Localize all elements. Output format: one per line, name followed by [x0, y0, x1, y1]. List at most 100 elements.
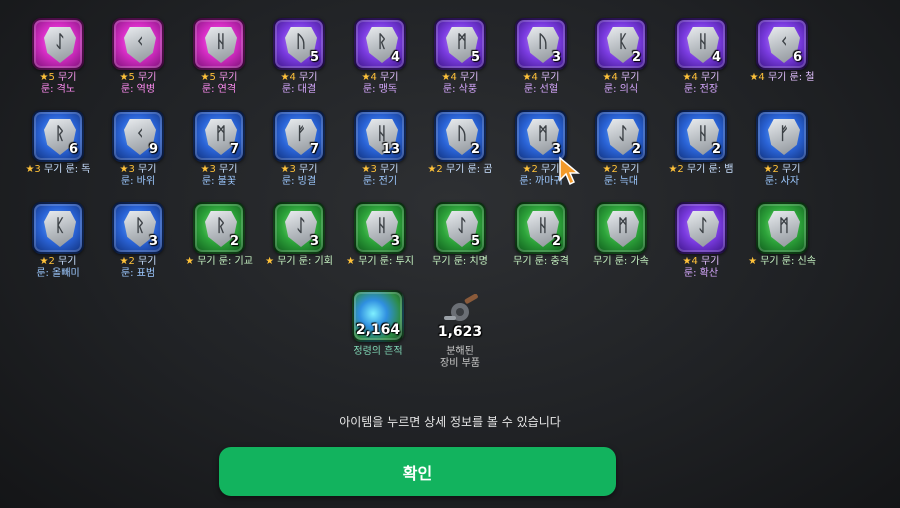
rune-item[interactable]: ᛇ 2 ★2 무기 룬: 늑대 — [583, 110, 659, 188]
rune-label-line2: 룬: 격노 — [40, 84, 76, 95]
rune-label-line2: 룬: 사자 — [764, 176, 800, 187]
rune-count: 5 — [470, 50, 480, 65]
confirm-button[interactable]: 확인 — [219, 447, 616, 496]
rune-label-line2: 룬: 빙결 — [281, 176, 317, 187]
rune-item[interactable]: ᛇ ★5 무기 룬: 격노 — [20, 18, 96, 96]
rune-item[interactable]: ᚠ ★2 무기 룬: 사자 — [744, 110, 820, 188]
rune-label: 무기 룬: 충격 — [503, 256, 579, 268]
rune-item[interactable]: ᚢ 5 ★4 무기 룬: 대결 — [261, 18, 337, 96]
rune-label: ★4 무기 룬: 전장 — [663, 72, 739, 96]
rune-label-line1: ★4 무기 — [361, 72, 399, 83]
star-icon: ★4 — [682, 72, 698, 83]
equipment-parts-icon: 1,623 — [434, 290, 486, 342]
rune-item[interactable]: ᚺ 2 무기 룬: 충격 — [503, 202, 579, 268]
rune-label-line2: 룬: 바위 — [120, 176, 156, 187]
rune-item[interactable]: ᚺ 3 ★ 무기 룬: 투지 — [342, 202, 418, 268]
rune-item[interactable]: ᛇ 5 무기 룬: 치명 — [422, 202, 498, 268]
rune-count: 3 — [148, 234, 158, 249]
rune-stone-icon: ᛇ2 — [595, 110, 647, 162]
rune-count: 4 — [390, 50, 400, 65]
rune-item[interactable]: ᛗ ★ 무기 룬: 신속 — [744, 202, 820, 268]
rune-item[interactable]: ᛕ 2 ★4 무기 룬: 의식 — [583, 18, 659, 96]
star-icon: ★3 — [280, 164, 296, 175]
rune-item[interactable]: ᚲ 6 ★4 무기 룬: 철 — [744, 18, 820, 84]
rune-item[interactable]: ᛕ ★2 무기 룬: 올빼미 — [20, 202, 96, 280]
rune-item[interactable]: ᛗ 7 ★3 무기 룬: 불꽃 — [181, 110, 257, 188]
rune-label-line2: 룬: 삭풍 — [442, 84, 478, 95]
rune-item[interactable]: ᚱ 3 ★2 무기 룬: 표범 — [100, 202, 176, 280]
rune-count: 2 — [229, 234, 239, 249]
rune-stone-icon: ᚱ4 — [354, 18, 406, 70]
rune-item[interactable]: ᛇ 3 ★ 무기 룬: 기회 — [261, 202, 337, 268]
star-icon: ★ — [265, 256, 275, 267]
rune-item[interactable]: ᚲ 9 ★3 무기 룬: 바위 — [100, 110, 176, 188]
rune-item[interactable]: ᚺ 2 ★2 무기 룬: 뱀 — [663, 110, 739, 176]
rune-stone-icon: ᛗ5 — [434, 18, 486, 70]
parts-item[interactable]: 1,623 분해된 장비 부품 — [420, 290, 500, 370]
rune-count: 6 — [792, 50, 802, 65]
rune-label-line1: ★2 무기 룬: 뱀 — [668, 164, 734, 175]
rune-stone-icon: ᚢ2 — [434, 110, 486, 162]
rune-stone-icon: ᚺ 13 — [354, 110, 406, 162]
rune-label-line1: ★4 무기 — [602, 72, 640, 83]
star-icon: ★5 — [119, 72, 135, 83]
rune-label: ★2 무기 룬: 곰 — [422, 164, 498, 176]
rune-label-line2: 룬: 불꽃 — [201, 176, 237, 187]
rune-stone-icon: ᚲ — [112, 18, 164, 70]
rune-label: 무기 룬: 치명 — [422, 256, 498, 268]
rune-stone-icon: ᚲ9 — [112, 110, 164, 162]
rune-item[interactable]: ᚱ 4 ★4 무기 룬: 맹독 — [342, 18, 418, 96]
rune-item[interactable]: ᚺ 4 ★4 무기 룬: 전장 — [663, 18, 739, 96]
rune-stone-icon: ᚢ5 — [273, 18, 325, 70]
rune-label: ★2 무기 룬: 사자 — [744, 164, 820, 188]
rune-label: ★4 무기 룬: 맹독 — [342, 72, 418, 96]
rune-stone-icon: ᛇ3 — [273, 202, 325, 254]
rune-item[interactable]: ᚢ 3 ★4 무기 룬: 선혈 — [503, 18, 579, 96]
rune-stone-icon: ᛕ2 — [595, 18, 647, 70]
rune-item[interactable]: ᛇ ★4 무기 룬: 확산 — [663, 202, 739, 280]
rune-item[interactable]: ᛗ 무기 룬: 가속 — [583, 202, 659, 268]
rune-label: ★ 무기 룬: 기회 — [261, 256, 337, 268]
rune-item[interactable]: ᚱ 2 ★ 무기 룬: 기교 — [181, 202, 257, 268]
rune-item[interactable]: ᚠ 7 ★3 무기 룬: 빙결 — [261, 110, 337, 188]
rune-glyph: ᛕ — [54, 216, 66, 236]
hint-text: 아이템을 누르면 상세 정보를 볼 수 있습니다 — [339, 415, 561, 429]
rune-stone-icon: ᚱ2 — [193, 202, 245, 254]
rune-item[interactable]: ᚲ ★5 무기 룬: 역병 — [100, 18, 176, 96]
rune-label-line2: 룬: 의식 — [603, 84, 639, 95]
rune-label-line2: 룬: 선혈 — [523, 84, 559, 95]
rune-label-line1: ★3 무기 — [200, 164, 238, 175]
star-icon: ★5 — [200, 72, 216, 83]
rune-count: 7 — [229, 142, 239, 157]
rune-stone-icon: ᛇ — [675, 202, 727, 254]
rune-label: ★2 무기 룬: 표범 — [100, 256, 176, 280]
star-icon: ★4 — [280, 72, 296, 83]
rune-label: ★ 무기 룬: 기교 — [181, 256, 257, 268]
rune-label-line1: ★4 무기 — [682, 72, 720, 83]
rune-count: 2 — [631, 50, 641, 65]
rune-label-line1: ★2 무기 — [39, 256, 77, 267]
rune-label-line2: 룬: 전장 — [683, 84, 719, 95]
rune-label-line1: ★4 무기 — [280, 72, 318, 83]
essence-label: 정령의 흔적 — [353, 346, 403, 357]
parts-label-line1: 분해된 — [446, 346, 474, 357]
rune-count: 13 — [381, 142, 400, 157]
rune-item[interactable]: ᛗ 5 ★4 무기 룬: 삭풍 — [422, 18, 498, 96]
rune-count: 3 — [390, 234, 400, 249]
rune-label-line1: ★4 무기 룬: 철 — [749, 72, 815, 83]
parts-count: 1,623 — [437, 324, 483, 340]
rune-label: ★4 무기 룬: 의식 — [583, 72, 659, 96]
rune-stone-icon: ᚺ2 — [675, 110, 727, 162]
rune-item[interactable]: ᚱ 6 ★3 무기 룬: 독 — [20, 110, 96, 176]
rune-item[interactable]: ᚺ 13 ★3 무기 룬: 전기 — [342, 110, 418, 188]
rune-item[interactable]: ᚢ 2 ★2 무기 룬: 곰 — [422, 110, 498, 176]
rune-count: 5 — [470, 234, 480, 249]
rune-label: ★3 무기 룬: 전기 — [342, 164, 418, 188]
rune-glyph: ᛇ — [54, 32, 66, 52]
essence-item[interactable]: 2,164 정령의 흔적 — [338, 290, 418, 358]
star-icon: ★2 — [39, 256, 55, 267]
rune-label-line1: ★2 무기 — [602, 164, 640, 175]
rune-stone-icon: ᛇ — [32, 18, 84, 70]
rune-label: 무기 룬: 가속 — [583, 256, 659, 268]
rune-item[interactable]: ᚺ ★5 무기 룬: 연격 — [181, 18, 257, 96]
